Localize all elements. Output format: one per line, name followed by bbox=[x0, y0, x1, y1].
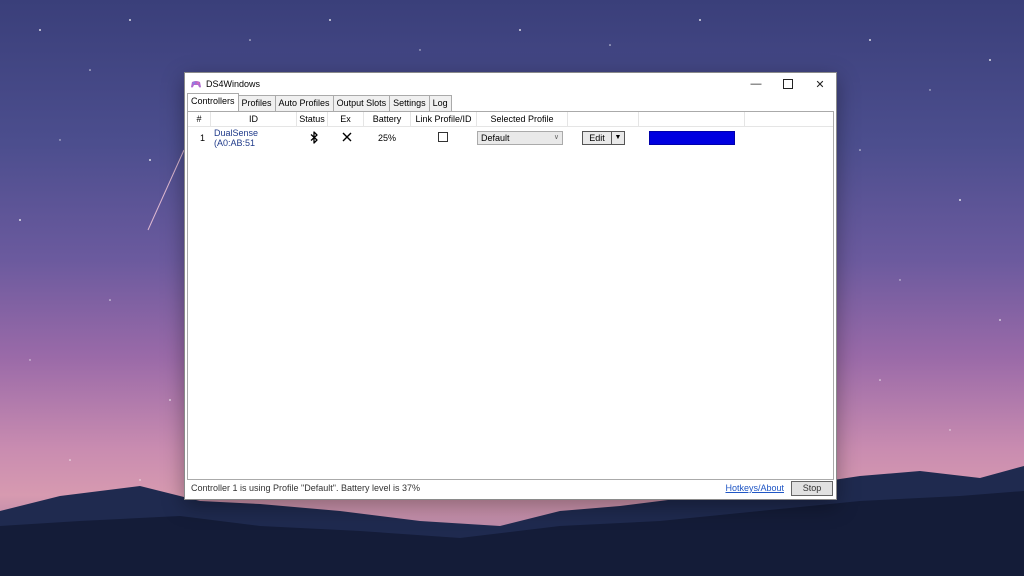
link-profile-cell bbox=[410, 132, 475, 144]
minimize-button[interactable]: — bbox=[740, 73, 772, 95]
table-row[interactable]: 1 DualSense (A0:AB:51 25% Default ∨ Edit… bbox=[188, 127, 833, 149]
lightbar-cell bbox=[635, 131, 740, 145]
col-header-status[interactable]: Status bbox=[297, 112, 328, 126]
ds4windows-window: DS4Windows — ✕ Controllers Profiles Auto… bbox=[184, 72, 837, 500]
window-title: DS4Windows bbox=[206, 79, 261, 89]
col-header-exclusive[interactable]: Ex bbox=[328, 112, 364, 126]
profile-select[interactable]: Default ∨ bbox=[477, 131, 563, 145]
controller-status bbox=[299, 130, 329, 146]
col-header-filler bbox=[745, 112, 833, 126]
tab-profiles[interactable]: Profiles bbox=[237, 95, 276, 111]
status-message: Controller 1 is using Profile "Default".… bbox=[191, 483, 420, 493]
dropdown-arrow-icon: ▼ bbox=[614, 134, 622, 141]
maximize-icon bbox=[783, 79, 793, 89]
hotkeys-about-link[interactable]: Hotkeys/About bbox=[725, 483, 784, 493]
tab-auto-profiles[interactable]: Auto Profiles bbox=[274, 95, 334, 111]
tab-settings[interactable]: Settings bbox=[389, 95, 430, 111]
link-profile-checkbox[interactable] bbox=[437, 132, 448, 142]
col-header-number[interactable]: # bbox=[188, 112, 211, 126]
close-button[interactable]: ✕ bbox=[804, 73, 836, 95]
close-icon: ✕ bbox=[815, 78, 825, 91]
edit-button[interactable]: Edit bbox=[583, 132, 612, 144]
controller-id[interactable]: DualSense (A0:AB:51 bbox=[210, 128, 299, 148]
bluetooth-icon bbox=[310, 130, 318, 144]
gamepad-icon bbox=[191, 81, 201, 88]
tab-output-slots[interactable]: Output Slots bbox=[332, 95, 391, 111]
edit-dropdown-button[interactable]: ▼ bbox=[612, 132, 624, 144]
stop-button[interactable]: Stop bbox=[791, 480, 833, 496]
controllers-panel: # ID Status Ex Battery Link Profile/ID S… bbox=[187, 111, 834, 480]
controller-number: 1 bbox=[199, 133, 205, 143]
minimize-icon: — bbox=[750, 78, 762, 90]
chevron-down-icon: ∨ bbox=[553, 134, 559, 141]
profile-select-value: Default bbox=[481, 133, 510, 143]
col-header-id[interactable]: ID bbox=[211, 112, 297, 126]
col-header-selected-profile[interactable]: Selected Profile bbox=[477, 112, 568, 126]
edit-cell: Edit ▼ bbox=[565, 131, 635, 145]
tab-log[interactable]: Log bbox=[428, 95, 452, 111]
status-bar: Controller 1 is using Profile "Default".… bbox=[185, 477, 836, 499]
lightbar-color-swatch[interactable] bbox=[649, 131, 735, 145]
exclusive-mode bbox=[329, 132, 364, 144]
grid-header: # ID Status Ex Battery Link Profile/ID S… bbox=[188, 112, 833, 127]
battery-level: 25% bbox=[377, 133, 396, 143]
tab-controllers[interactable]: Controllers bbox=[187, 93, 239, 111]
col-header-lightbar[interactable] bbox=[639, 112, 745, 126]
title-bar[interactable]: DS4Windows — ✕ bbox=[185, 73, 836, 95]
x-icon bbox=[342, 132, 351, 142]
tab-strip: Controllers Profiles Auto Profiles Outpu… bbox=[187, 93, 452, 111]
col-header-link-profile[interactable]: Link Profile/ID bbox=[411, 112, 477, 126]
edit-split-button: Edit ▼ bbox=[582, 131, 625, 145]
col-header-battery[interactable]: Battery bbox=[364, 112, 411, 126]
col-header-edit[interactable] bbox=[568, 112, 639, 126]
maximize-button[interactable] bbox=[772, 73, 804, 95]
profile-cell: Default ∨ bbox=[475, 131, 565, 145]
